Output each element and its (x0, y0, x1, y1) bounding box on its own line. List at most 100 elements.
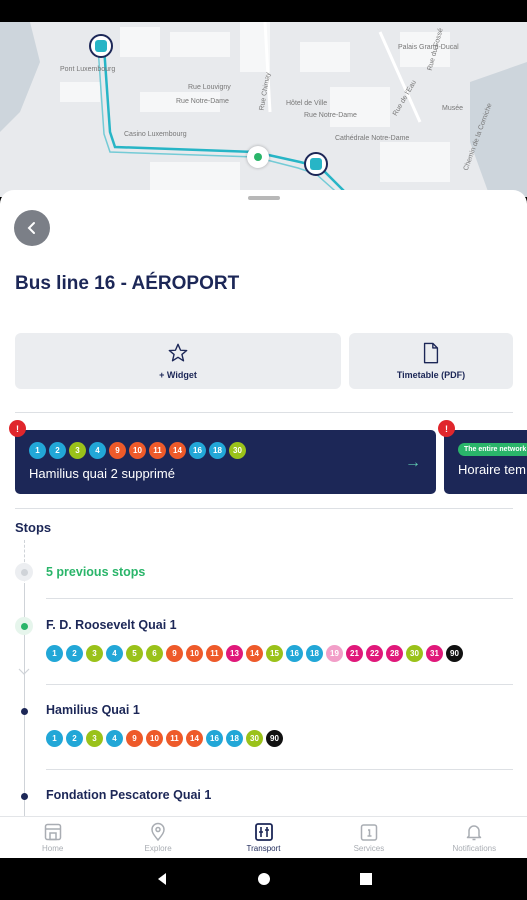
line-badge: 14 (246, 645, 263, 662)
line-badge: 22 (366, 645, 383, 662)
line-badge: 4 (106, 645, 123, 662)
line-badge: 11 (166, 730, 183, 747)
line-badge: 4 (89, 442, 106, 459)
line-badge: 21 (346, 645, 363, 662)
back-button[interactable] (14, 210, 50, 246)
bus-stop-marker[interactable] (304, 152, 328, 176)
line-badge: 16 (206, 730, 223, 747)
line-badge: 18 (209, 442, 226, 459)
bus-icon (310, 158, 322, 170)
bus-stop-marker[interactable] (89, 34, 113, 58)
line-badge: 19 (326, 645, 343, 662)
current-stop-dot (15, 617, 33, 635)
nav-home[interactable]: Home (0, 817, 105, 858)
divider (46, 769, 513, 770)
divider (15, 412, 513, 413)
line-badges: 1 2 3 4 9 10 11 14 16 18 30 90 (46, 730, 283, 747)
stop-name[interactable]: Hamilius Quai 1 (46, 703, 140, 717)
nav-label: Notifications (452, 844, 497, 853)
system-nav-bar (0, 858, 527, 900)
timetable-pdf-button[interactable]: Timetable (PDF) (349, 333, 513, 389)
chevron-down-icon (18, 668, 30, 675)
widget-label: + Widget (159, 370, 197, 380)
line-badge: 1 (46, 730, 63, 747)
nav-label: Explore (144, 844, 172, 853)
home-icon (44, 823, 61, 841)
back-triangle-icon[interactable] (155, 872, 169, 886)
line-badge: 30 (406, 645, 423, 662)
line-badge: 4 (106, 730, 123, 747)
line-badge: 16 (189, 442, 206, 459)
line-badge: 3 (86, 730, 103, 747)
line-badge: 18 (226, 730, 243, 747)
line-badge: 3 (86, 645, 103, 662)
line-badge: 13 (226, 645, 243, 662)
alert-card[interactable]: 1 2 3 4 9 10 11 14 16 18 30 Hamilius quai 2 suppri… (15, 430, 436, 494)
line-badge: 5 (126, 645, 143, 662)
status-bar (0, 0, 527, 22)
line-badge: 28 (386, 645, 403, 662)
line-badge: 1 (46, 645, 63, 662)
add-widget-button[interactable]: + Widget (15, 333, 341, 389)
divider (46, 598, 513, 599)
warning-icon: ! (9, 420, 26, 437)
line-badge: 2 (49, 442, 66, 459)
street-label: Hôtel de Ville (286, 100, 328, 107)
line-badge: 1 (29, 442, 46, 459)
line-badge: 30 (246, 730, 263, 747)
line-badge: 11 (206, 645, 223, 662)
line-badge: 10 (186, 645, 203, 662)
line-badge: 10 (129, 442, 146, 459)
chevron-left-icon (27, 222, 35, 234)
nav-transport[interactable]: Transport (211, 817, 316, 858)
line-badge: 2 (66, 730, 83, 747)
bus-icon (95, 40, 107, 52)
street-label: Casino Luxembourg (124, 131, 187, 138)
street-label: Rue Notre-Dame (176, 98, 229, 105)
stop-name[interactable]: F. D. Roosevelt Quai 1 (46, 618, 177, 632)
nav-services[interactable]: Services (316, 817, 421, 858)
line-badge: 15 (266, 645, 283, 662)
divider (46, 684, 513, 685)
street-label: Rue Louvigny (188, 84, 231, 91)
stop-name[interactable]: Fondation Pescatore Quai 1 (46, 788, 211, 802)
warning-icon: ! (438, 420, 455, 437)
nav-explore[interactable]: Explore (105, 817, 210, 858)
stops-heading: Stops (15, 520, 52, 535)
line-badge: 11 (149, 442, 166, 459)
line-badge: 10 (146, 730, 163, 747)
transport-icon (254, 823, 273, 841)
arrow-right-icon: → (405, 454, 421, 471)
street-label: Palais Grand-Ducal (398, 44, 459, 51)
current-location-marker (247, 146, 269, 168)
line-badge: 2 (66, 645, 83, 662)
line-badge: 9 (109, 442, 126, 459)
recents-square-icon[interactable] (359, 872, 373, 886)
nav-notifications[interactable]: Notifications (422, 817, 527, 858)
line-badge: 9 (166, 645, 183, 662)
page-title: Bus line 16 - AÉROPORT (15, 273, 240, 294)
line-badge: 90 (446, 645, 463, 662)
bell-icon (467, 825, 482, 841)
line-badge: 30 (229, 442, 246, 459)
alert-card[interactable]: The entire network Horaire tem (444, 430, 527, 494)
stop-dot (21, 793, 28, 800)
nav-label: Transport (246, 844, 281, 853)
line-badge: 18 (306, 645, 323, 662)
route-map[interactable]: Pont Luxembourg Rue Louvigny Rue Notre-D… (0, 22, 527, 197)
line-badge: 6 (146, 645, 163, 662)
previous-stops-toggle[interactable]: 5 previous stops (46, 565, 145, 579)
line-badge: 31 (426, 645, 443, 662)
services-icon (360, 824, 378, 841)
stop-dot (21, 708, 28, 715)
line-badges: 1 2 3 4 9 10 11 14 16 18 30 (29, 442, 246, 459)
previous-stops-dot (15, 563, 33, 581)
network-tag: The entire network (458, 443, 527, 456)
home-circle-icon[interactable] (257, 872, 271, 886)
line-badges: 1 2 3 4 5 6 9 10 11 13 14 15 16 18 19 21 22 28 30 31 90 (46, 645, 463, 662)
line-badge: 14 (169, 442, 186, 459)
line-badge: 16 (286, 645, 303, 662)
document-icon (423, 342, 439, 364)
street-label: Rue Notre-Dame (304, 112, 357, 119)
drag-handle[interactable] (248, 196, 280, 200)
